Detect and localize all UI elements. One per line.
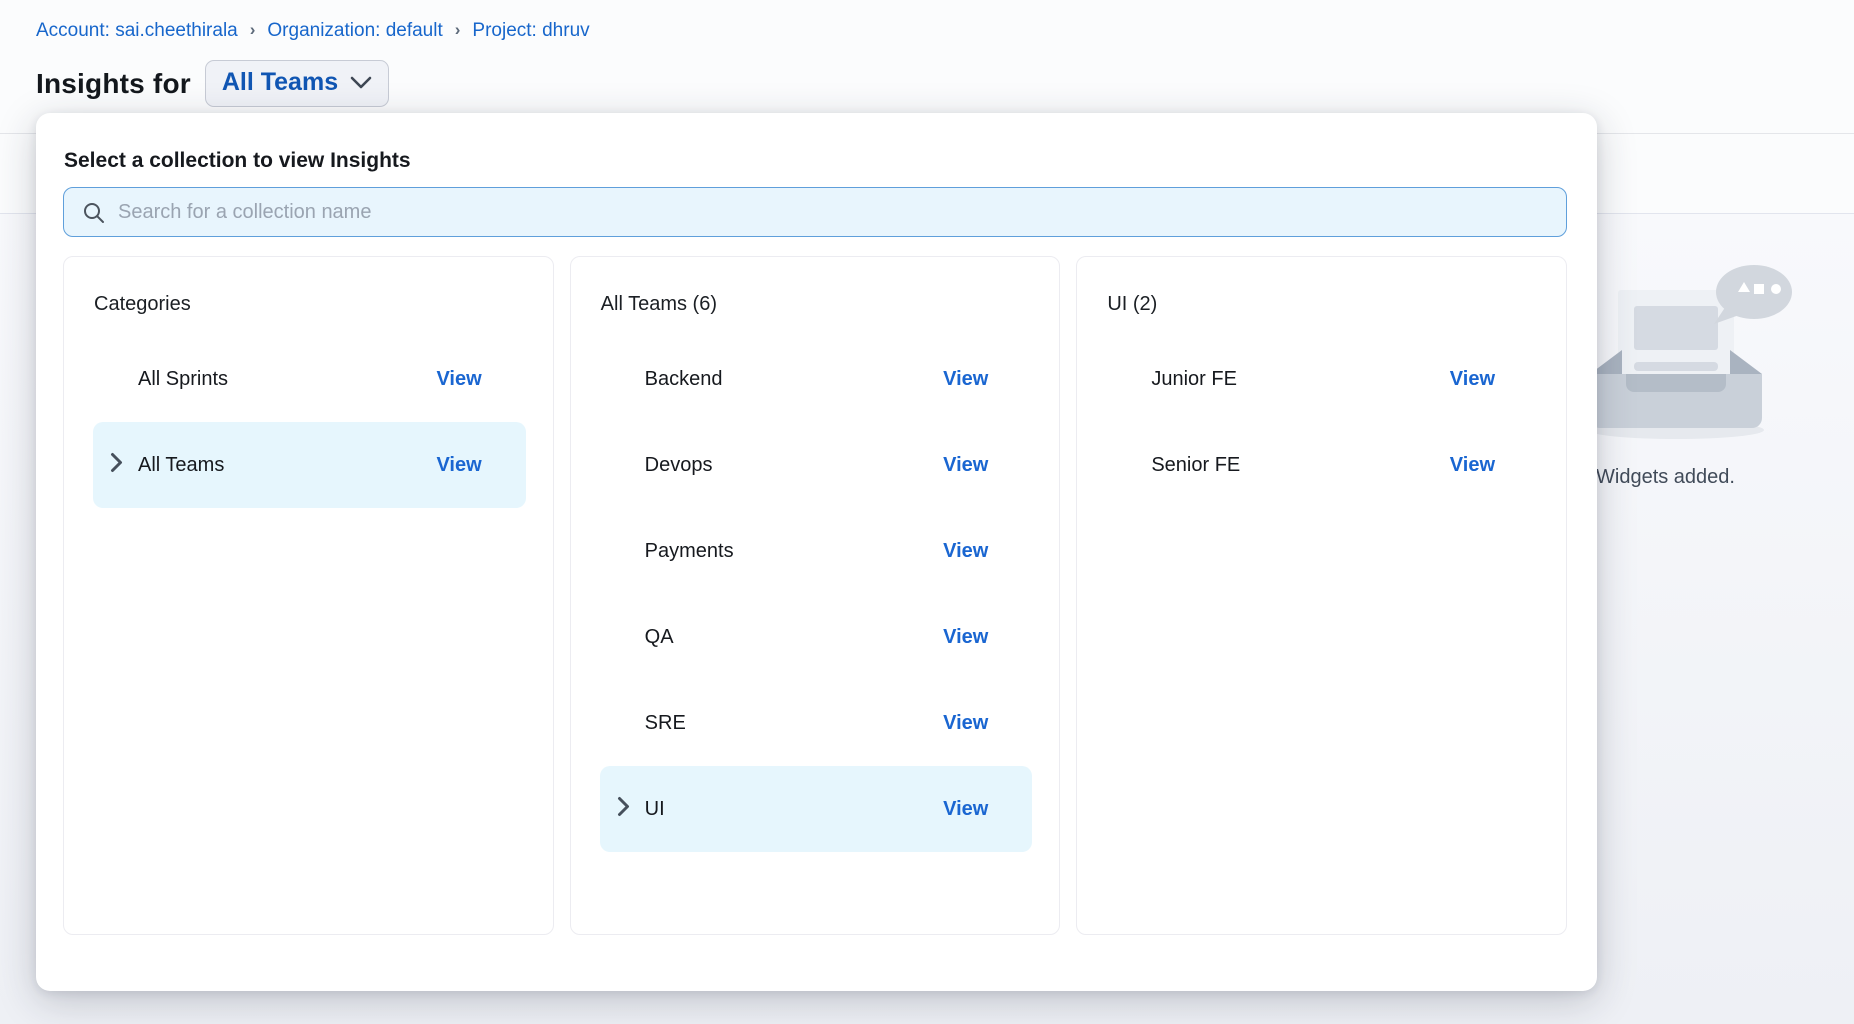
chevron-right-icon — [617, 797, 630, 822]
collection-columns: Categories All Sprints View All Teams Vi… — [63, 256, 1567, 935]
view-link[interactable]: View — [1450, 368, 1495, 391]
column-header: UI (2) — [1107, 293, 1566, 316]
item-name: All Sprints — [138, 368, 228, 391]
page-title: Insights for — [36, 68, 191, 100]
collection-selector-label: All Teams — [222, 68, 338, 97]
chevron-down-icon — [350, 76, 372, 90]
item-name: All Teams — [138, 454, 224, 477]
list-item-payments[interactable]: Payments View — [600, 508, 1033, 594]
list-item-ui[interactable]: UI View — [600, 766, 1033, 852]
search-input[interactable] — [64, 188, 1566, 236]
column-header: Categories — [94, 293, 553, 316]
view-link[interactable]: View — [1450, 454, 1495, 477]
collection-selector-button[interactable]: All Teams — [205, 60, 389, 107]
breadcrumb-organization[interactable]: Organization: default — [267, 20, 442, 42]
view-link[interactable]: View — [436, 368, 481, 391]
list-item-senior-fe[interactable]: Senior FE View — [1106, 422, 1539, 508]
empty-state-text: Widgets added. — [1596, 466, 1735, 489]
column-all-teams: All Teams (6) Backend View Devops View P… — [570, 256, 1061, 935]
breadcrumb-project[interactable]: Project: dhruv — [472, 20, 589, 42]
list-item-all-sprints[interactable]: All Sprints View — [93, 336, 526, 422]
item-name: Junior FE — [1151, 368, 1237, 391]
item-name: Backend — [645, 368, 723, 391]
column-header: All Teams (6) — [601, 293, 1060, 316]
view-link[interactable]: View — [943, 368, 988, 391]
breadcrumb-separator-icon: › — [250, 20, 256, 40]
column-ui: UI (2) Junior FE View Senior FE View — [1076, 256, 1567, 935]
modal-title: Select a collection to view Insights — [64, 149, 1567, 173]
list-item-devops[interactable]: Devops View — [600, 422, 1033, 508]
item-name: Devops — [645, 454, 713, 477]
empty-inbox-icon — [1586, 262, 1796, 442]
column-categories: Categories All Sprints View All Teams Vi… — [63, 256, 554, 935]
item-name: Payments — [645, 540, 734, 563]
list-item-all-teams[interactable]: All Teams View — [93, 422, 526, 508]
view-link[interactable]: View — [943, 454, 988, 477]
breadcrumb-separator-icon: › — [455, 20, 461, 40]
page-header: Insights for All Teams — [36, 60, 389, 107]
chevron-right-icon — [110, 453, 123, 478]
item-name: SRE — [645, 712, 686, 735]
view-link[interactable]: View — [943, 712, 988, 735]
list-item-sre[interactable]: SRE View — [600, 680, 1033, 766]
item-name: QA — [645, 626, 674, 649]
view-link[interactable]: View — [943, 626, 988, 649]
item-name: UI — [645, 798, 665, 821]
view-link[interactable]: View — [943, 798, 988, 821]
breadcrumb-account[interactable]: Account: sai.cheethirala — [36, 20, 238, 42]
view-link[interactable]: View — [436, 454, 481, 477]
list-item-backend[interactable]: Backend View — [600, 336, 1033, 422]
empty-state: Widgets added. — [1586, 262, 1846, 442]
view-link[interactable]: View — [943, 540, 988, 563]
list-item-qa[interactable]: QA View — [600, 594, 1033, 680]
list-item-junior-fe[interactable]: Junior FE View — [1106, 336, 1539, 422]
breadcrumb: Account: sai.cheethirala › Organization:… — [36, 20, 590, 42]
collection-search — [63, 187, 1567, 237]
item-name: Senior FE — [1151, 454, 1240, 477]
search-icon — [82, 201, 106, 225]
collection-picker-modal: Select a collection to view Insights Cat… — [36, 113, 1597, 991]
